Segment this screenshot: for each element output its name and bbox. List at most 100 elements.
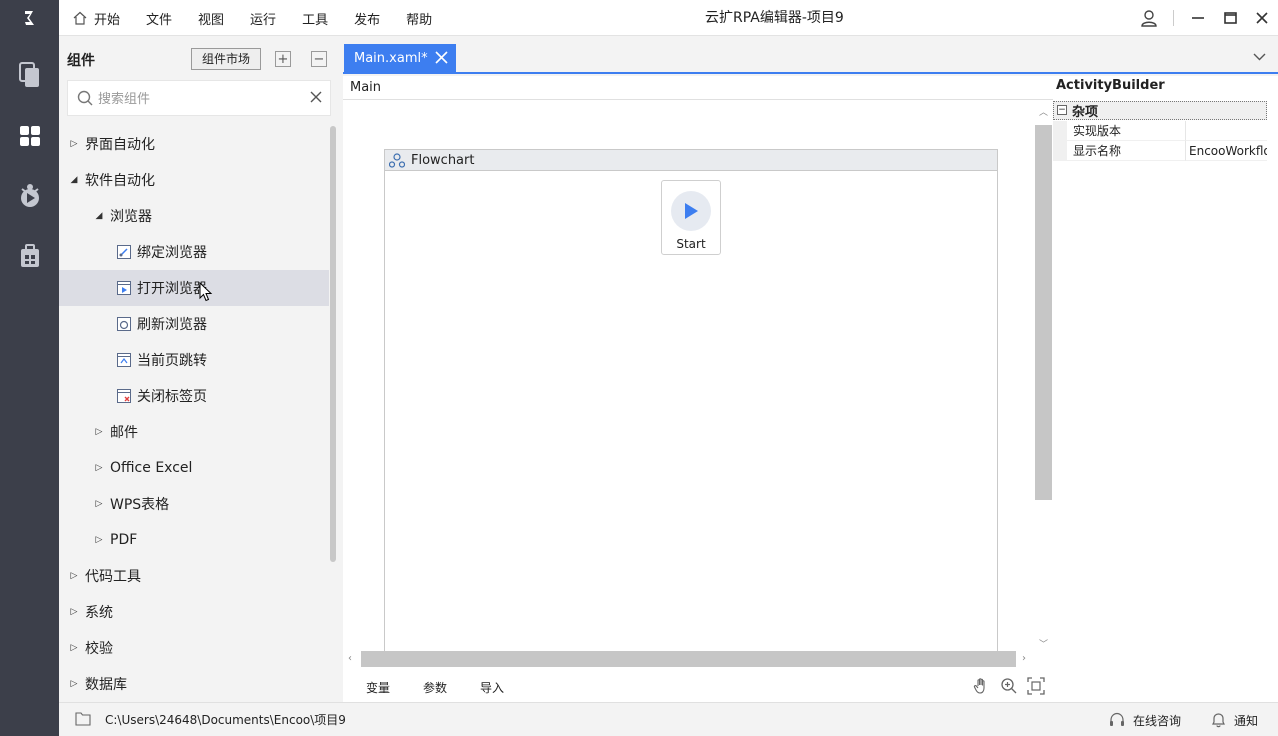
bind-browser-icon bbox=[117, 245, 131, 259]
files-icon[interactable] bbox=[0, 45, 59, 105]
component-market-button[interactable]: 组件市场 bbox=[191, 48, 261, 70]
canvas-vertical-scrollbar[interactable]: ︿ ﹀ bbox=[1035, 101, 1053, 651]
tree-node-ui-automation[interactable]: ▷ 界面自动化 bbox=[59, 126, 329, 162]
tree-node-label: 校验 bbox=[85, 641, 113, 657]
scroll-left-icon[interactable]: ‹ bbox=[348, 653, 352, 664]
collapse-box-icon[interactable]: − bbox=[1057, 105, 1067, 115]
tab-main-xaml[interactable]: Main.xaml* bbox=[344, 44, 456, 72]
menu-home[interactable]: 开始 bbox=[59, 0, 133, 36]
start-node[interactable]: Start bbox=[661, 180, 721, 255]
menu-publish[interactable]: 发布 bbox=[341, 0, 393, 36]
close-window-icon[interactable] bbox=[1246, 0, 1278, 36]
canvas-horizontal-scrollbar[interactable]: ‹ › bbox=[343, 651, 1035, 667]
tree-node-label: 软件自动化 bbox=[85, 173, 155, 189]
components-header: 组件 组件市场 + − bbox=[59, 36, 343, 82]
components-icon[interactable] bbox=[0, 106, 59, 166]
expand-arrow-icon: ▷ bbox=[70, 643, 78, 653]
tree-leaf-navigate-page[interactable]: 当前页跳转 bbox=[59, 342, 329, 378]
scroll-thumb[interactable] bbox=[1035, 125, 1052, 500]
maximize-icon[interactable] bbox=[1214, 0, 1246, 36]
expand-arrow-icon: ▷ bbox=[70, 571, 78, 581]
tree-node-office-excel[interactable]: ▷ Office Excel bbox=[59, 450, 329, 486]
tree-node-wps-sheet[interactable]: ▷ WPS表格 bbox=[59, 486, 329, 522]
scroll-up-icon[interactable]: ︿ bbox=[1039, 105, 1048, 118]
status-bar: C:\Users\24648\Documents\Encoo\项目9 在线咨询 … bbox=[59, 702, 1278, 736]
components-title: 组件 bbox=[67, 53, 95, 69]
tree-node-code-tools[interactable]: ▷ 代码工具 bbox=[59, 558, 329, 594]
bell-icon bbox=[1212, 713, 1225, 728]
expand-all-button[interactable]: + bbox=[275, 51, 291, 67]
tree-node-system[interactable]: ▷ 系统 bbox=[59, 594, 329, 630]
consult-label: 在线咨询 bbox=[1133, 713, 1182, 728]
tree-node-database[interactable]: ▷ 数据库 bbox=[59, 666, 329, 702]
tree-node-label: 数据库 bbox=[85, 677, 127, 693]
close-tab-button-icon[interactable] bbox=[435, 51, 448, 68]
property-name: 实现版本 bbox=[1067, 121, 1186, 141]
document-tab-bar: Main.xaml* bbox=[343, 36, 1278, 74]
properties-title: ActivityBuilder bbox=[1056, 78, 1165, 93]
clear-search-icon[interactable] bbox=[310, 91, 322, 107]
menu-file[interactable]: 文件 bbox=[133, 0, 185, 36]
search-icon bbox=[77, 90, 93, 110]
tree-node-validation[interactable]: ▷ 校验 bbox=[59, 630, 329, 666]
properties-panel: ActivityBuilder − 杂项 实现版本 显示名称 EncooWork… bbox=[1053, 76, 1278, 702]
tab-variables[interactable]: 变量 bbox=[366, 679, 390, 696]
flowchart-icon bbox=[389, 152, 405, 168]
property-row-display-name[interactable]: 显示名称 EncooWorkflow bbox=[1053, 141, 1267, 161]
collapse-all-button[interactable]: − bbox=[311, 51, 327, 67]
tree-leaf-refresh-browser[interactable]: 刷新浏览器 bbox=[59, 306, 329, 342]
expand-arrow-icon: ▷ bbox=[95, 499, 103, 509]
property-category[interactable]: − 杂项 bbox=[1053, 101, 1267, 120]
tree-node-label: 界面自动化 bbox=[85, 137, 155, 153]
tree-leaf-bind-browser[interactable]: 绑定浏览器 bbox=[59, 234, 329, 270]
tree-node-pdf[interactable]: ▷ PDF bbox=[59, 522, 329, 558]
tree-leaf-close-tab[interactable]: 关闭标签页 bbox=[59, 378, 329, 414]
flowchart-header: Flowchart bbox=[385, 150, 997, 171]
tab-arguments[interactable]: 参数 bbox=[423, 679, 447, 696]
play-icon bbox=[671, 191, 711, 231]
fit-screen-icon[interactable] bbox=[1027, 677, 1045, 699]
scroll-down-icon[interactable]: ﹀ bbox=[1039, 637, 1048, 650]
menu-bar: 开始 文件 视图 运行 工具 发布 帮助 bbox=[59, 0, 445, 36]
menu-view[interactable]: 视图 bbox=[185, 0, 237, 36]
property-value[interactable] bbox=[1186, 121, 1267, 141]
component-tree-scrollbar[interactable] bbox=[330, 126, 336, 562]
tree-node-label: 邮件 bbox=[110, 425, 138, 441]
refresh-browser-icon bbox=[117, 317, 131, 331]
project-path: C:\Users\24648\Documents\Encoo\项目9 bbox=[105, 713, 346, 727]
breadcrumb[interactable]: Main bbox=[343, 76, 1053, 100]
title-bar: 开始 文件 视图 运行 工具 发布 帮助 云扩RPA编辑器-项目9 bbox=[59, 0, 1278, 36]
scroll-right-icon[interactable]: › bbox=[1022, 653, 1026, 664]
menu-tools[interactable]: 工具 bbox=[289, 0, 341, 36]
scroll-thumb[interactable] bbox=[361, 651, 1016, 667]
tree-node-browser[interactable]: ◢ 浏览器 bbox=[59, 198, 329, 234]
zoom-in-icon[interactable] bbox=[1000, 677, 1018, 699]
online-consult-button[interactable]: 在线咨询 bbox=[1109, 703, 1181, 736]
flowchart-container[interactable]: Flowchart Start bbox=[384, 149, 998, 651]
menu-run[interactable]: 运行 bbox=[237, 0, 289, 36]
debug-icon[interactable] bbox=[0, 166, 59, 226]
user-icon[interactable] bbox=[1133, 0, 1165, 36]
tree-leaf-open-browser[interactable]: 打开浏览器 bbox=[59, 270, 329, 306]
property-row-version[interactable]: 实现版本 bbox=[1053, 121, 1267, 141]
logo-icon bbox=[0, 0, 59, 36]
mouse-cursor-icon bbox=[199, 282, 213, 302]
tree-node-mail[interactable]: ▷ 邮件 bbox=[59, 414, 329, 450]
tree-node-label: 浏览器 bbox=[110, 209, 152, 225]
hand-pan-icon[interactable] bbox=[973, 677, 991, 699]
package-icon[interactable] bbox=[0, 226, 59, 286]
minimize-icon[interactable] bbox=[1182, 0, 1214, 36]
component-search-input[interactable] bbox=[98, 89, 298, 109]
design-canvas[interactable]: Flowchart Start bbox=[343, 101, 1035, 651]
tree-node-label: 当前页跳转 bbox=[137, 353, 207, 369]
tree-node-label: PDF bbox=[110, 532, 138, 548]
menu-help[interactable]: 帮助 bbox=[393, 0, 445, 36]
tab-label: Main.xaml* bbox=[354, 50, 428, 66]
tree-node-software-automation[interactable]: ◢ 软件自动化 bbox=[59, 162, 329, 198]
workflow-editor: Main Flowchart Start ︿ ﹀ ‹ › 变量 参数 导入 bbox=[343, 76, 1053, 702]
tree-node-label: 代码工具 bbox=[85, 569, 141, 585]
chevron-down-icon[interactable] bbox=[1253, 50, 1266, 65]
notification-button[interactable]: 通知 bbox=[1211, 703, 1258, 736]
property-value[interactable]: EncooWorkflow bbox=[1186, 141, 1267, 161]
tab-imports[interactable]: 导入 bbox=[480, 679, 504, 696]
